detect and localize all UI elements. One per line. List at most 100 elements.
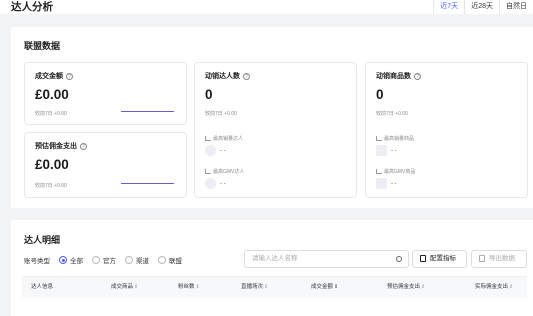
radio-button[interactable] xyxy=(59,256,67,264)
bar-chart-icon xyxy=(205,169,211,174)
column-header-products[interactable]: 成交商品⇕ xyxy=(111,277,138,298)
bar-chart-icon xyxy=(205,136,211,141)
sort-icon[interactable]: ⇕ xyxy=(134,284,138,290)
radio-all-label: 全部 xyxy=(70,258,83,265)
column-header-gmv[interactable]: 成交金额⇕ xyxy=(311,277,338,298)
sort-icon[interactable]: ⇕ xyxy=(196,284,200,290)
details-section-title: 达人明细 xyxy=(24,235,61,245)
gmv-sparkline xyxy=(121,111,174,113)
column-label: 实际佣金支出 xyxy=(475,284,509,290)
top-sales-product-title-text: 最高销量商品 xyxy=(384,136,415,142)
top-gmv-product-title: 最高GMV商品 xyxy=(376,168,415,175)
top-sales-product-title: 最高销量商品 xyxy=(376,135,414,142)
bar-chart-icon xyxy=(376,136,382,141)
commission-metric-card: 预估佣金支出 ? £0.00 较前7日 +0.00 xyxy=(24,132,187,198)
search-icon[interactable] xyxy=(396,256,402,262)
radio-official-label: 官方 xyxy=(103,258,116,265)
commission-compare: 较前7日 +0.00 xyxy=(35,183,67,189)
column-label: 达人信息 xyxy=(31,284,54,290)
top-gmv-creator-row: - - xyxy=(205,178,244,189)
active-products-value: 0 xyxy=(376,87,384,102)
radio-channel[interactable]: 渠道 xyxy=(125,255,149,265)
commission-sparkline xyxy=(121,183,174,185)
top-gmv-product: 最高GMV商品 - - xyxy=(376,168,415,189)
bar-chart-icon xyxy=(376,169,382,174)
column-label: 粉丝数 xyxy=(178,284,195,290)
sort-icon[interactable]: ⇕ xyxy=(264,284,268,290)
active-products-label-text: 动销商品数 xyxy=(376,73,411,80)
active-products-card: 动销商品数 ? 0 较前7日 +0.00 最高销量商品 - - 最高GMV商品 … xyxy=(365,62,528,198)
top-sales-creator: 最高销量达人 - - xyxy=(205,135,243,156)
table-header: 达人信息 成交商品⇕ 粉丝数⇕ 直播场次⇕ 成交金额⇕ 预估佣金支出⇕ 实际佣金… xyxy=(22,276,527,298)
configure-metrics-label: 配置指标 xyxy=(430,255,456,262)
alliance-data-card: 联盟数据 成交金额 ? £0.00 较前7日 +0.00 预估佣金支出 ? £0… xyxy=(11,27,533,208)
creator-search-input[interactable]: 请输入达人名称 xyxy=(244,250,409,268)
top-gmv-product-title-text: 最高GMV商品 xyxy=(384,169,416,175)
column-label: 直播场次 xyxy=(241,284,264,290)
active-products-compare: 较前7日 +0.00 xyxy=(376,111,408,117)
sort-icon[interactable]: ⇕ xyxy=(334,284,338,290)
sort-icon[interactable]: ⇕ xyxy=(509,284,513,290)
column-label: 成交商品 xyxy=(111,284,134,290)
top-gmv-creator-title: 最高GMV达人 xyxy=(205,168,244,175)
info-icon[interactable]: ? xyxy=(414,72,421,80)
top-gmv-product-value: - - xyxy=(391,180,397,187)
radio-button[interactable] xyxy=(125,256,133,264)
active-creators-label: 动销达人数 ? xyxy=(205,71,250,81)
column-header-est-commission[interactable]: 预估佣金支出⇕ xyxy=(387,277,425,298)
active-creators-card: 动销达人数 ? 0 较前7日 +0.00 最高销量达人 - - 最高GMV达人 … xyxy=(194,62,357,198)
page-title: 达人分析 xyxy=(11,1,53,13)
gmv-metric-card: 成交金额 ? £0.00 较前7日 +0.00 xyxy=(24,62,187,125)
radio-alliance[interactable]: 联盟 xyxy=(158,255,182,265)
search-placeholder: 请输入达人名称 xyxy=(252,255,298,262)
top-bar: 达人分析 近7天 近28天 自然日 xyxy=(0,0,533,14)
top-gmv-creator-value: - - xyxy=(220,180,226,187)
info-icon[interactable]: ? xyxy=(243,72,250,80)
gmv-compare: 较前7日 +0.00 xyxy=(35,111,67,117)
column-header-creator-info: 达人信息 xyxy=(31,277,53,298)
export-data-button[interactable]: 导出数据 xyxy=(471,250,527,268)
radio-button[interactable] xyxy=(92,256,100,264)
top-sales-creator-value: - - xyxy=(220,147,226,154)
radio-alliance-label: 联盟 xyxy=(169,258,182,265)
tab-last-28-days[interactable]: 近28天 xyxy=(464,0,499,14)
top-sales-creator-title: 最高销量达人 xyxy=(205,135,243,142)
column-label: 预估佣金支出 xyxy=(387,284,421,290)
active-creators-value: 0 xyxy=(205,87,213,102)
tab-last-7-days[interactable]: 近7天 xyxy=(433,0,465,14)
radio-button[interactable] xyxy=(158,256,166,264)
sort-icon[interactable]: ⇕ xyxy=(421,284,425,290)
info-icon[interactable]: ? xyxy=(80,142,87,150)
top-sales-product-value: - - xyxy=(391,147,397,154)
radio-all[interactable]: 全部 xyxy=(59,255,83,265)
commission-label: 预估佣金支出 ? xyxy=(35,141,87,151)
avatar-placeholder-icon xyxy=(205,145,216,156)
active-products-label: 动销商品数 ? xyxy=(376,71,421,81)
tab-natural-day[interactable]: 自然日 xyxy=(499,0,533,14)
column-header-followers[interactable]: 粉丝数⇕ xyxy=(178,277,200,298)
product-placeholder-icon xyxy=(376,145,387,156)
configure-metrics-button[interactable]: 配置指标 xyxy=(412,250,467,268)
column-label: 成交金额 xyxy=(311,284,334,290)
active-creators-label-text: 动销达人数 xyxy=(205,73,240,80)
info-icon[interactable]: ? xyxy=(66,72,73,80)
creator-details-card: 达人明细 账号类型 全部 官方 渠道 联盟 请输入达人名称 配置指标 导出数据 xyxy=(11,220,533,316)
radio-channel-label: 渠道 xyxy=(136,258,149,265)
download-icon xyxy=(479,255,485,262)
radio-official[interactable]: 官方 xyxy=(92,255,116,265)
top-sales-creator-row: - - xyxy=(205,145,243,156)
gmv-value: £0.00 xyxy=(35,87,69,102)
gmv-label: 成交金额 ? xyxy=(35,71,73,81)
commission-label-text: 预估佣金支出 xyxy=(35,143,77,150)
date-range-tabs: 近7天 近28天 自然日 xyxy=(433,0,533,14)
column-header-actual-commission[interactable]: 实际佣金支出⇕ xyxy=(475,277,513,298)
column-header-live-sessions[interactable]: 直播场次⇕ xyxy=(241,277,268,298)
gmv-label-text: 成交金额 xyxy=(35,73,63,80)
top-sales-product-row: - - xyxy=(376,145,414,156)
avatar-placeholder-icon xyxy=(205,178,216,189)
active-creators-compare: 较前7日 +0.00 xyxy=(205,111,237,117)
product-placeholder-icon xyxy=(376,178,387,189)
top-gmv-product-row: - - xyxy=(376,178,415,189)
filter-label: 账号类型 xyxy=(24,258,50,265)
alliance-section-title: 联盟数据 xyxy=(24,41,61,51)
